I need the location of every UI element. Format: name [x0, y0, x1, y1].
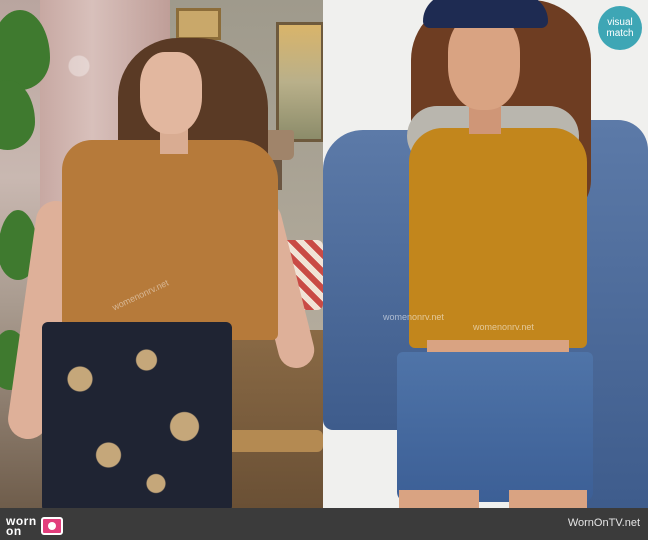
wornontv-logo[interactable]: worn on	[6, 515, 63, 537]
site-url[interactable]: WornOnTV.net	[568, 517, 640, 529]
tv-still-photo: womenonrv.net	[0, 0, 323, 508]
logo-text-on: on	[6, 524, 22, 538]
actress-floral-pants	[42, 322, 232, 508]
actress-face	[140, 52, 202, 134]
watermark-row: womenonrv.net	[383, 312, 444, 322]
model-cap	[423, 0, 548, 28]
badge-line1: visual	[607, 17, 633, 28]
model-face	[448, 14, 520, 110]
footer-bar: worn on WornOnTV.net	[0, 508, 648, 540]
model-denim-shorts	[397, 352, 593, 502]
painting	[276, 22, 323, 142]
badge-line2: match	[606, 28, 634, 39]
tv-icon	[40, 517, 63, 535]
actress-tan-crop-tee	[62, 140, 278, 340]
model-left-leg	[399, 490, 479, 508]
picture-frame	[176, 8, 221, 40]
product-photo: womenonrv.net womenonrv.net	[323, 0, 648, 508]
visual-match-badge: visual match	[598, 6, 642, 50]
image-collage: womenonrv.net womenonrv.net womenonrv.ne…	[0, 0, 648, 508]
watermark-row: womenonrv.net	[473, 322, 534, 332]
model-right-leg	[509, 490, 587, 508]
